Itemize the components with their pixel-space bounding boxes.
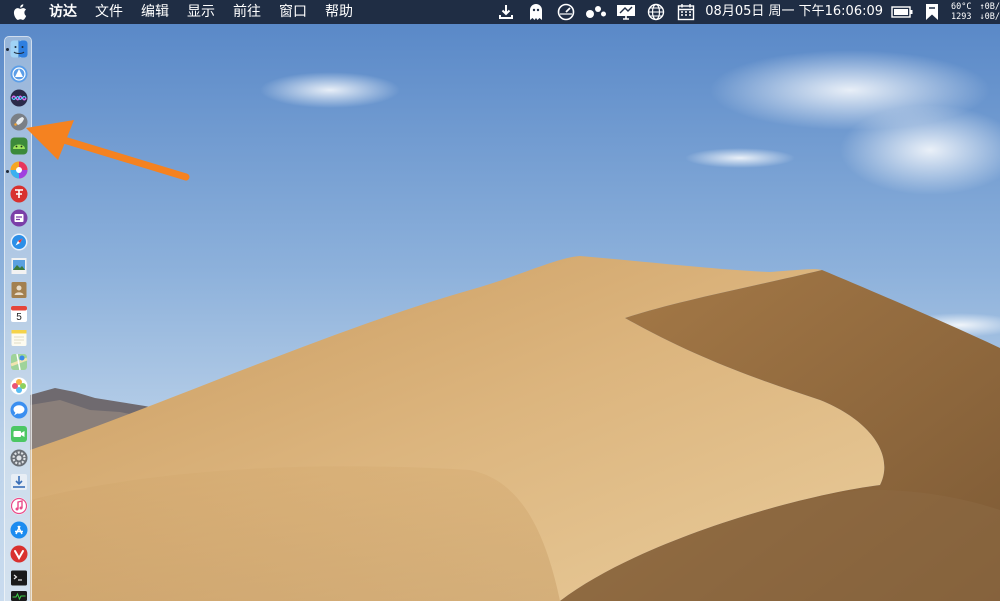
dock-item-rocket[interactable] bbox=[10, 113, 28, 131]
dock-item-siri[interactable] bbox=[10, 89, 28, 107]
menu-bar: 访达 文件 编辑 显示 前往 窗口 帮助 08月05日 周一 下午16:06:0… bbox=[0, 0, 1000, 24]
calendar-icon[interactable] bbox=[671, 0, 701, 24]
dots-icon[interactable] bbox=[581, 0, 611, 24]
dock-item-red-app[interactable] bbox=[10, 185, 28, 203]
download-tool-icon bbox=[11, 474, 27, 490]
dock-item-facetime[interactable] bbox=[10, 425, 28, 443]
dock-item-safari[interactable] bbox=[10, 233, 28, 251]
vivaldi-icon bbox=[10, 545, 28, 563]
android-icon bbox=[10, 137, 28, 155]
menu-bar-left: 访达 文件 编辑 显示 前往 窗口 帮助 bbox=[0, 0, 362, 24]
dock-item-messages[interactable] bbox=[10, 401, 28, 419]
menu-view[interactable]: 显示 bbox=[178, 0, 224, 24]
safari-icon bbox=[10, 233, 28, 251]
menu-bar-status: 08月05日 周一 下午16:06:09 60°C 1293 ↑0B/ ↓0B/ bbox=[491, 0, 1000, 24]
monitor-icon[interactable] bbox=[611, 0, 641, 24]
dock: 5 bbox=[4, 36, 32, 601]
dock-item-contacts[interactable] bbox=[10, 281, 28, 299]
network-upload: ↑0B/ bbox=[979, 2, 1000, 12]
apple-logo-icon[interactable] bbox=[0, 0, 40, 24]
dock-item-maps[interactable] bbox=[10, 353, 28, 371]
bookmark-icon[interactable] bbox=[917, 0, 947, 24]
rocket-icon bbox=[10, 113, 28, 131]
launchpad-icon bbox=[10, 65, 28, 83]
menu-go[interactable]: 前往 bbox=[224, 0, 270, 24]
menu-edit[interactable]: 编辑 bbox=[132, 0, 178, 24]
dock-item-color-wheel[interactable] bbox=[10, 161, 28, 179]
preview-icon bbox=[11, 258, 27, 274]
dock-item-terminal[interactable] bbox=[10, 569, 28, 587]
menu-window[interactable]: 窗口 bbox=[270, 0, 316, 24]
running-indicator-finder bbox=[6, 48, 9, 51]
dock-item-calendar[interactable]: 5 bbox=[10, 305, 28, 323]
cpu-temperature: 60°C bbox=[951, 2, 972, 12]
dock-item-system-preferences[interactable] bbox=[10, 449, 28, 467]
facetime-icon bbox=[11, 426, 27, 442]
speedometer-icon[interactable] bbox=[551, 0, 581, 24]
running-indicator-color-wheel bbox=[6, 170, 9, 173]
menu-file[interactable]: 文件 bbox=[86, 0, 132, 24]
battery-icon[interactable] bbox=[887, 0, 917, 24]
globe-icon[interactable] bbox=[641, 0, 671, 24]
color-wheel-icon bbox=[10, 161, 28, 179]
finder-icon bbox=[10, 40, 28, 58]
contacts-icon bbox=[11, 282, 27, 298]
dock-item-finder[interactable] bbox=[10, 40, 28, 58]
gear-icon bbox=[10, 449, 28, 467]
network-download: ↓0B/ bbox=[979, 12, 1000, 22]
dock-item-notes[interactable] bbox=[10, 329, 28, 347]
siri-icon bbox=[10, 89, 28, 107]
menu-finder[interactable]: 访达 bbox=[40, 0, 86, 24]
dock-item-preview[interactable] bbox=[10, 257, 28, 275]
music-icon bbox=[10, 497, 28, 515]
red-app-icon bbox=[10, 185, 28, 203]
dock-item-downloads-tool[interactable] bbox=[10, 473, 28, 491]
activity-monitor-icon bbox=[11, 591, 27, 601]
desktop-wallpaper bbox=[0, 0, 1000, 601]
fan-speed: 1293 bbox=[951, 12, 972, 22]
cpu-monitor[interactable]: 60°C 1293 bbox=[947, 2, 975, 22]
photos-icon bbox=[10, 377, 28, 395]
dock-item-photos[interactable] bbox=[10, 377, 28, 395]
download-icon[interactable] bbox=[491, 0, 521, 24]
messages-icon bbox=[10, 401, 28, 419]
app-store-icon bbox=[10, 521, 28, 539]
dock-item-launchpad[interactable] bbox=[10, 65, 28, 83]
network-monitor[interactable]: ↑0B/ ↓0B/ bbox=[976, 2, 1000, 22]
dock-item-app-store[interactable] bbox=[10, 521, 28, 539]
terminal-icon bbox=[11, 570, 27, 586]
maps-icon bbox=[10, 353, 28, 371]
ghost-icon[interactable] bbox=[521, 0, 551, 24]
dock-item-itunes[interactable] bbox=[10, 497, 28, 515]
purple-app-icon bbox=[10, 209, 28, 227]
calendar-day-label: 5 bbox=[16, 312, 22, 323]
dock-item-android[interactable] bbox=[10, 137, 28, 155]
datetime-clock[interactable]: 08月05日 周一 下午16:06:09 bbox=[701, 0, 887, 24]
dock-item-purple-app[interactable] bbox=[10, 209, 28, 227]
notes-icon bbox=[11, 330, 27, 346]
dock-item-activity-monitor[interactable] bbox=[10, 590, 28, 601]
dock-item-vivaldi[interactable] bbox=[10, 545, 28, 563]
menu-help[interactable]: 帮助 bbox=[316, 0, 362, 24]
